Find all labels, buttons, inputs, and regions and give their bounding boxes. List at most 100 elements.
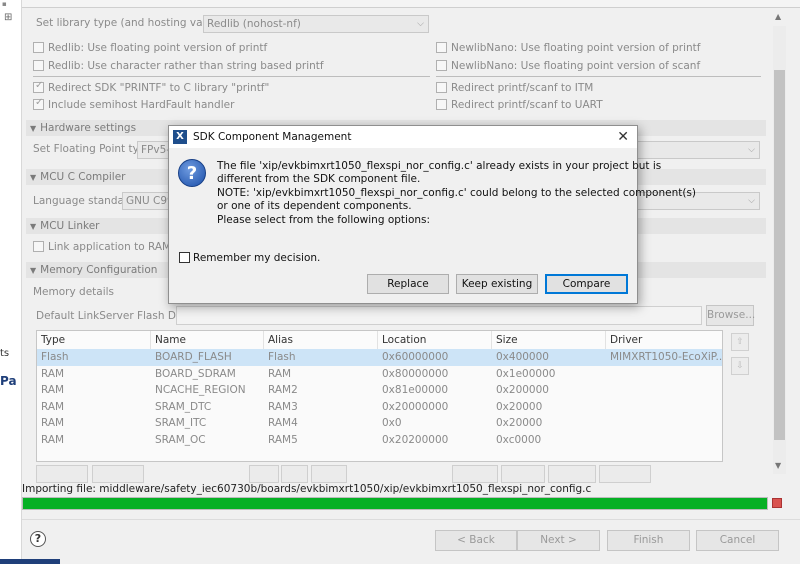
collapse-arrow-icon: ▼	[30, 124, 37, 133]
column-header-name[interactable]: Name	[151, 331, 264, 349]
table-row[interactable]: RAM NCACHE_REGION RAM2 0x81e00000 0x200000	[37, 382, 722, 399]
table-cell: BOARD_FLASH	[155, 351, 232, 363]
scroll-up-icon[interactable]: ▲	[775, 12, 781, 21]
table-cell: RAM	[268, 367, 292, 380]
stop-icon[interactable]	[772, 498, 782, 508]
checkbox[interactable]	[436, 60, 447, 71]
sdk-component-dialog: X SDK Component Management ✕ ? The file …	[168, 125, 697, 304]
language-standard-value: GNU C99	[126, 195, 174, 207]
opt-newlibnano-float-printf[interactable]: NewlibNano: Use floating point version o…	[436, 42, 701, 54]
help-icon[interactable]: ?	[30, 531, 46, 547]
checkbox-checked[interactable]	[33, 80, 44, 93]
question-icon: ?	[178, 159, 206, 187]
move-up-icon[interactable]: ⇧	[731, 333, 749, 351]
top-bar	[22, 0, 800, 8]
table-action-button[interactable]	[249, 465, 279, 483]
table-cell: RAM	[41, 417, 65, 429]
table-action-button[interactable]	[281, 465, 308, 483]
table-cell: RAM3	[268, 400, 298, 413]
opt-link-app-to-ram[interactable]: Link application to RAM	[33, 241, 171, 253]
checkbox[interactable]	[33, 42, 44, 53]
dialog-title-bar: X SDK Component Management ✕	[169, 126, 637, 148]
back-button[interactable]: < Back	[435, 530, 517, 551]
column-header-type[interactable]: Type	[37, 331, 151, 349]
table-action-button[interactable]	[36, 465, 88, 483]
column-header-size[interactable]: Size	[492, 331, 606, 349]
table-action-button[interactable]	[311, 465, 347, 483]
table-cell: 0x20000000	[382, 400, 449, 413]
table-cell: 0x200000	[496, 384, 549, 396]
close-icon[interactable]: ✕	[617, 126, 629, 148]
table-cell: 0x81e00000	[382, 384, 449, 396]
language-standard-label: Language standard	[33, 195, 135, 207]
finish-button[interactable]: Finish	[607, 530, 690, 551]
opt-redirect-sdk-printf[interactable]: Redirect SDK "PRINTF" to C library "prin…	[33, 80, 269, 94]
table-cell: 0x20200000	[382, 433, 449, 446]
table-cell: 0x80000000	[382, 367, 449, 380]
table-cell: RAM5	[268, 433, 298, 446]
left-panel-strip: ⊞ ▪ ts Pa	[0, 0, 22, 564]
table-row[interactable]: Flash BOARD_FLASH Flash 0x60000000 0x400000 M…	[37, 349, 722, 366]
table-cell: Flash	[41, 351, 69, 363]
table-row[interactable]: RAM BOARD_SDRAM RAM 0x80000000 0x1e00000	[37, 366, 722, 383]
table-cell: 0x20000	[496, 417, 543, 429]
move-down-icon[interactable]: ⇩	[731, 357, 749, 375]
keep-existing-button[interactable]: Keep existing	[456, 274, 538, 294]
library-type-select[interactable]: Redlib (nohost-nf) ⌵	[203, 15, 429, 33]
table-row[interactable]: RAM SRAM_ITC RAM4 0x0 0x20000	[37, 415, 722, 432]
progress-fill	[23, 498, 767, 509]
compare-button[interactable]: Compare	[545, 274, 628, 294]
table-cell: 0x400000	[496, 351, 549, 363]
divider	[33, 76, 430, 77]
flash-driver-input[interactable]	[176, 306, 702, 325]
opt-redlib-char-printf[interactable]: Redlib: Use character rather than string…	[33, 60, 324, 72]
opt-redirect-uart[interactable]: Redirect printf/scanf to UART	[436, 99, 603, 111]
checkbox[interactable]	[436, 42, 447, 53]
next-button[interactable]: Next >	[517, 530, 600, 551]
scroll-down-icon[interactable]: ▼	[775, 461, 781, 470]
checkbox[interactable]	[179, 252, 190, 263]
table-cell: SRAM_DTC	[155, 400, 212, 413]
opt-semihost-hardfault[interactable]: Include semihost HardFault handler	[33, 97, 234, 111]
opt-redlib-float-printf[interactable]: Redlib: Use floating point version of pr…	[33, 42, 267, 54]
column-header-alias[interactable]: Alias	[264, 331, 378, 349]
browse-button[interactable]: Browse...	[706, 305, 755, 326]
column-header-driver[interactable]: Driver	[606, 331, 722, 349]
checkbox[interactable]	[436, 82, 447, 93]
collapse-arrow-icon: ▼	[30, 266, 37, 275]
table-action-button[interactable]	[599, 465, 651, 483]
checkbox[interactable]	[436, 99, 447, 110]
column-header-location[interactable]: Location	[378, 331, 492, 349]
replace-button[interactable]: Replace	[367, 274, 449, 294]
opt-newlibnano-float-scanf[interactable]: NewlibNano: Use floating point version o…	[436, 60, 700, 72]
checkbox-checked[interactable]	[33, 97, 44, 110]
library-type-label: Set library type (and hosting variant)	[36, 17, 232, 29]
chevron-down-icon: ⌵	[748, 145, 755, 155]
table-cell: SRAM_OC	[155, 433, 206, 446]
table-row[interactable]: RAM SRAM_DTC RAM3 0x20000000 0x20000	[37, 399, 722, 416]
table-cell: Flash	[268, 351, 296, 363]
expand-tree-icon[interactable]: ⊞	[4, 12, 12, 23]
table-cell: 0x1e00000	[496, 367, 556, 380]
import-progress-bar	[22, 497, 768, 510]
table-cell: 0x60000000	[382, 351, 449, 363]
table-action-button[interactable]	[452, 465, 498, 483]
checkbox[interactable]	[33, 241, 44, 252]
scrollbar-thumb[interactable]	[774, 70, 785, 440]
table-cell: RAM	[41, 433, 65, 446]
dialog-message: The file 'xip/evkbimxrt1050_flexspi_nor_…	[217, 160, 697, 226]
side-label-ts: ts	[0, 348, 10, 359]
table-action-button[interactable]	[92, 465, 144, 483]
checkbox[interactable]	[33, 60, 44, 71]
remember-decision-checkbox[interactable]: Remember my decision.	[179, 252, 320, 264]
table-cell: RAM	[41, 400, 65, 413]
cancel-button[interactable]: Cancel	[696, 530, 779, 551]
memory-table: Type Name Alias Location Size Driver Fla…	[36, 330, 723, 462]
chevron-down-icon: ⌵	[417, 19, 424, 29]
collapse-arrow-icon: ▼	[30, 222, 37, 231]
table-action-button[interactable]	[501, 465, 545, 483]
tree-marker: ▪	[2, 0, 7, 8]
table-action-button[interactable]	[548, 465, 596, 483]
table-row[interactable]: RAM SRAM_OC RAM5 0x20200000 0xc0000	[37, 432, 722, 449]
opt-redirect-itm[interactable]: Redirect printf/scanf to ITM	[436, 82, 593, 94]
